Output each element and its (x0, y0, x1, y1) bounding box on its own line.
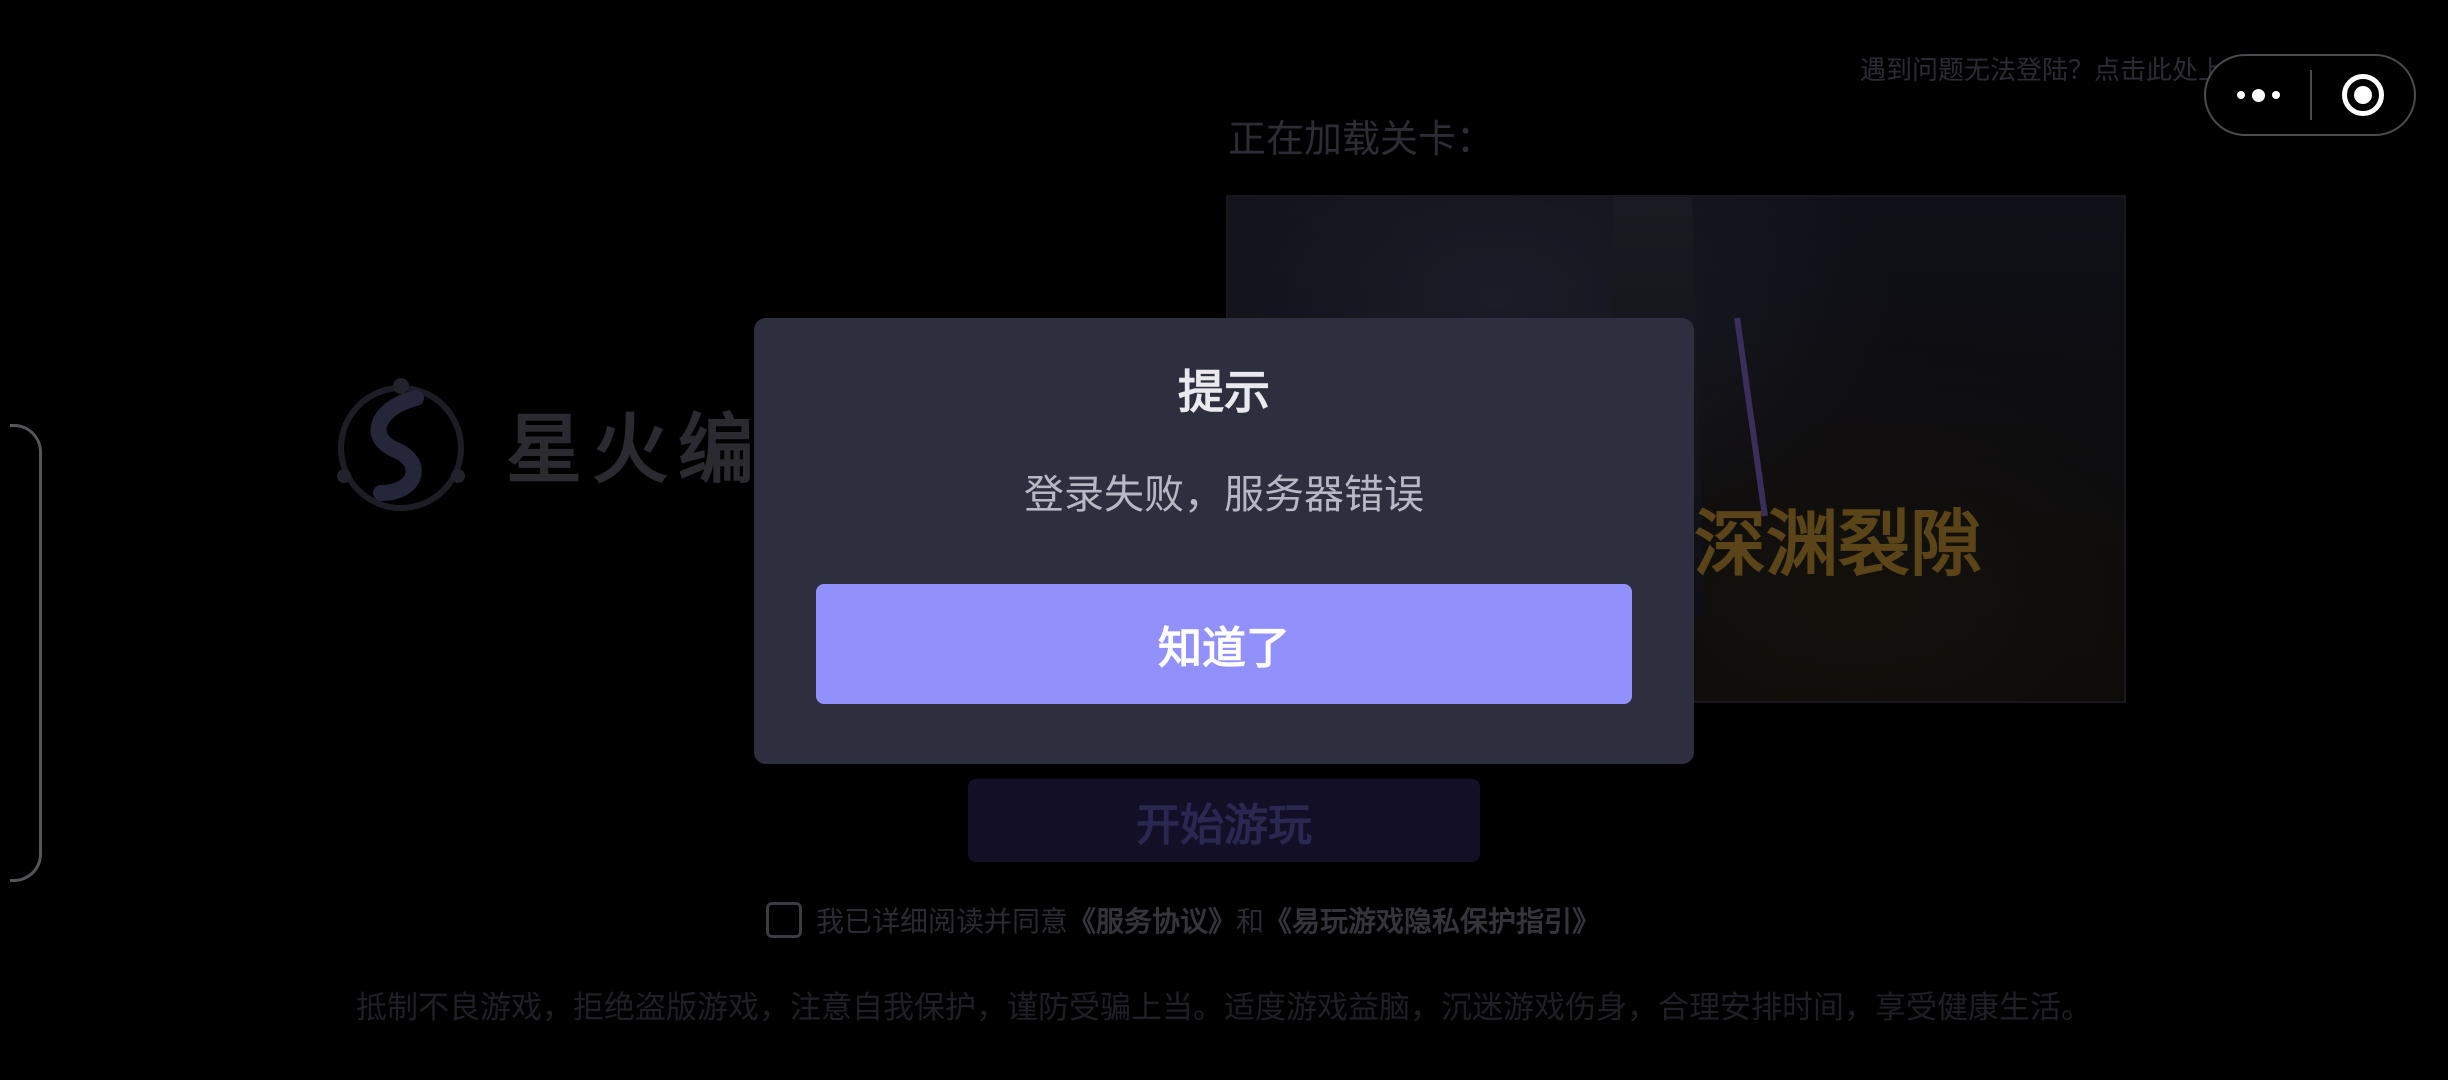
dialog-confirm-button[interactable]: 知道了 (816, 584, 1632, 704)
alert-dialog: 提示 登录失败，服务器错误 知道了 (754, 318, 1694, 764)
dialog-title: 提示 (1178, 365, 1270, 419)
dialog-message: 登录失败，服务器错误 (1024, 472, 1424, 518)
game-login-screen: 遇到问题无法登陆？点击此处上传日志> 正在加载关卡： 深渊裂隙 星火编 开始游玩… (0, 0, 2448, 1080)
